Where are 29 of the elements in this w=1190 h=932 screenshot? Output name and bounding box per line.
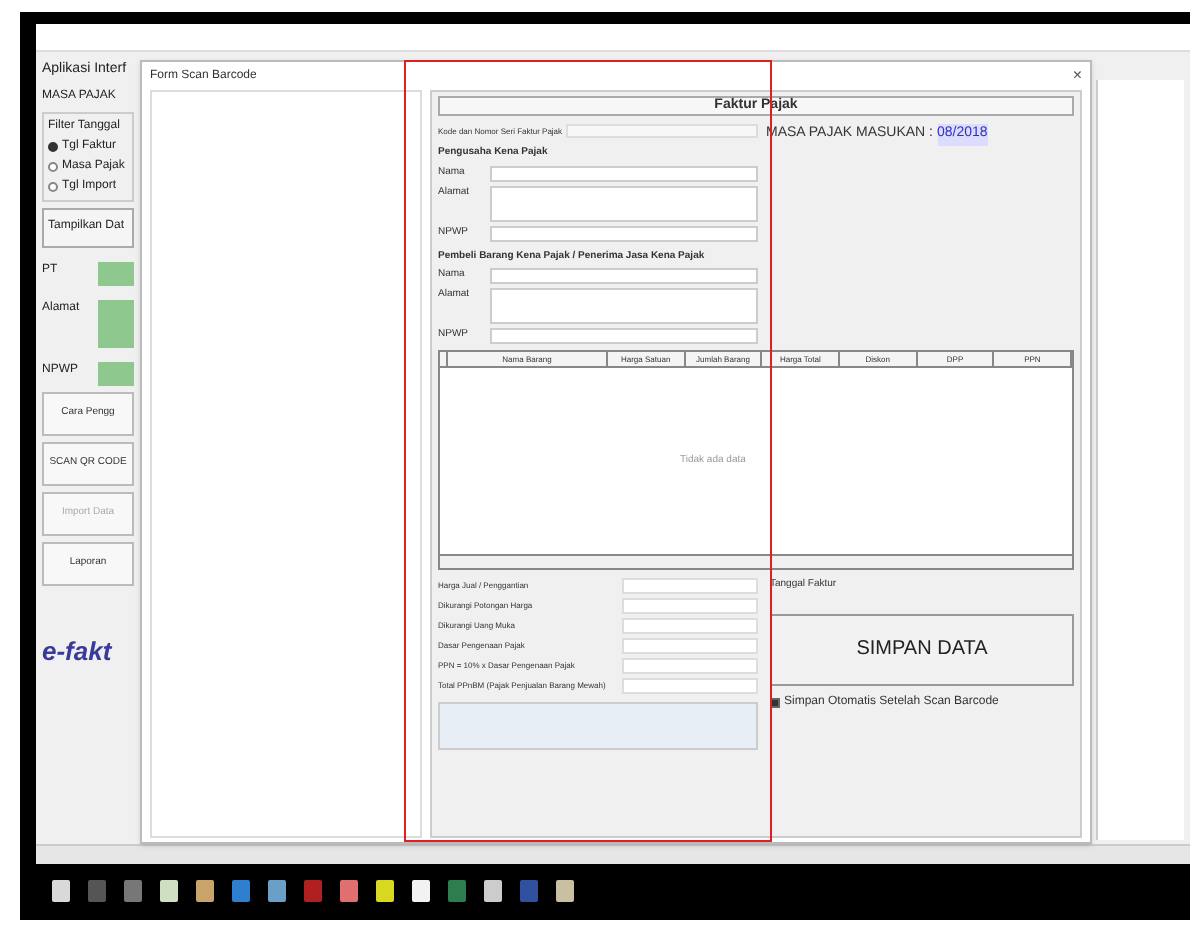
- info-field: [98, 261, 134, 285]
- save-data-button[interactable]: SIMPAN DATA: [770, 613, 1074, 685]
- total-field[interactable]: [622, 658, 758, 674]
- close-icon[interactable]: ×: [1072, 64, 1082, 88]
- taskbar-app-icon[interactable]: [376, 879, 394, 901]
- taskbar-app-icon[interactable]: [268, 879, 286, 901]
- taskbar-app-icon[interactable]: [340, 879, 358, 901]
- taskbar-app-icon[interactable]: [52, 879, 70, 901]
- input-field[interactable]: [490, 268, 758, 284]
- text-area[interactable]: [490, 185, 758, 221]
- total-field[interactable]: [622, 598, 758, 614]
- input-field[interactable]: [490, 165, 758, 181]
- info-field: [98, 361, 134, 385]
- input-field[interactable]: [490, 328, 758, 344]
- horizontal-scrollbar[interactable]: [440, 554, 1072, 568]
- taskbar-app-icon[interactable]: [484, 879, 502, 901]
- input-field[interactable]: [490, 225, 758, 241]
- total-field[interactable]: [622, 638, 758, 654]
- total-field[interactable]: [622, 578, 758, 594]
- total-field[interactable]: [622, 618, 758, 634]
- taskbar-app-icon[interactable]: [412, 879, 430, 901]
- taskbar-app-icon[interactable]: [556, 879, 574, 901]
- logo-text: e-fakt: [42, 633, 112, 669]
- text-area[interactable]: [490, 288, 758, 324]
- taskbar-app-icon[interactable]: [196, 879, 214, 901]
- info-field: [98, 299, 134, 347]
- total-field[interactable]: [622, 678, 758, 694]
- taskbar-app-icon[interactable]: [160, 879, 178, 901]
- invoice-number-field[interactable]: [566, 124, 758, 138]
